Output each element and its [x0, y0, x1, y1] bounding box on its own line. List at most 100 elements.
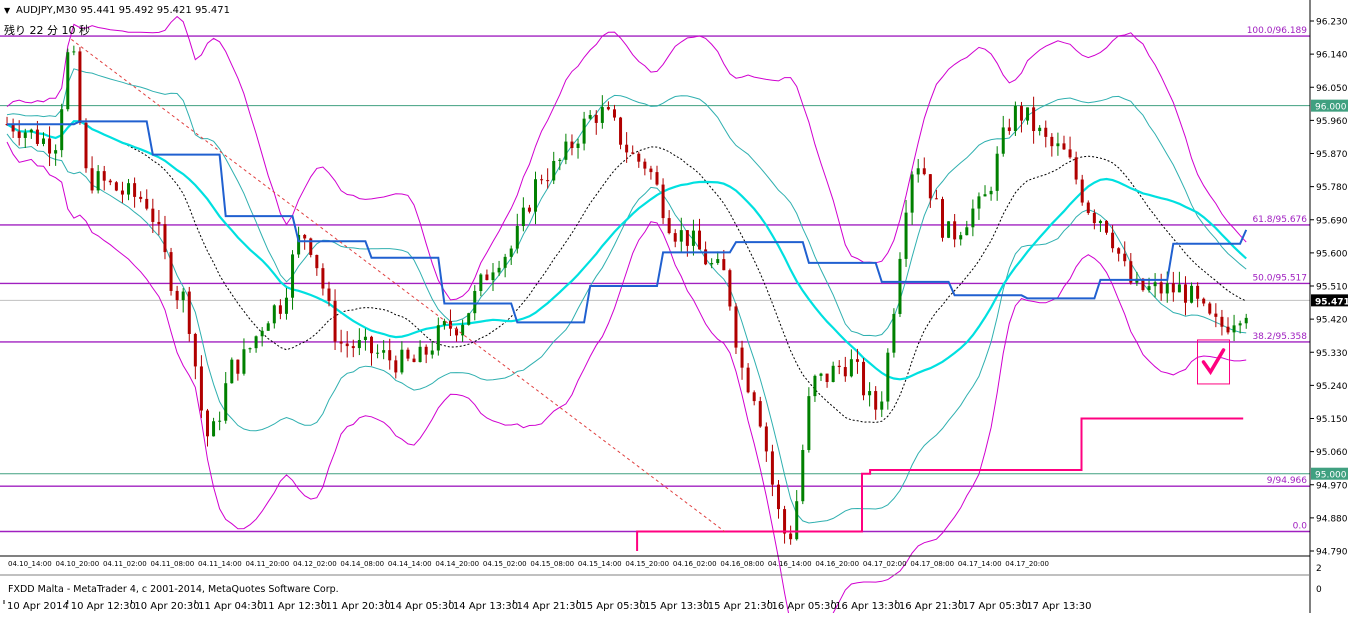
candle-body	[11, 124, 15, 132]
candle-body	[734, 306, 738, 348]
time-tick-label: 04.11_20:00	[245, 560, 289, 568]
candle-body	[965, 227, 969, 236]
candle-body	[151, 208, 155, 222]
price-tick-label: 95.690	[1316, 216, 1348, 226]
chart-window[interactable]: 100.0/96.189 61.8/95.676 50.0/95.517 38.2/9…	[0, 0, 1350, 617]
candle-body	[959, 235, 963, 240]
candle-body	[588, 115, 592, 119]
candle-body	[1056, 143, 1060, 147]
candle-body	[376, 352, 380, 354]
time-tick-label: 04.15_20:00	[625, 560, 669, 568]
candle-body	[825, 373, 829, 383]
price-chart[interactable]: 100.0/96.189 61.8/95.676 50.0/95.517 38.2/9…	[0, 0, 1350, 617]
candle-body	[473, 290, 477, 314]
candle-body	[922, 168, 926, 175]
candle-body	[485, 274, 489, 281]
candle-body	[315, 254, 319, 269]
candle-body	[631, 152, 635, 154]
time-tick-label: 04.11_08:00	[150, 560, 194, 568]
time-tick-label: 04.16_08:00	[720, 560, 764, 568]
candle-body	[212, 421, 216, 437]
candle-body	[230, 359, 234, 384]
candle-body	[977, 196, 981, 209]
candle	[734, 303, 738, 355]
candle-body	[989, 190, 993, 195]
candle-body	[795, 501, 799, 540]
candle-body	[345, 343, 349, 347]
candle-body	[1183, 284, 1187, 303]
candle-body	[752, 392, 756, 402]
candle	[862, 357, 866, 401]
price-tick-label: 95.600	[1316, 249, 1348, 259]
candle-body	[41, 138, 45, 144]
candle	[1086, 200, 1090, 215]
candle-body	[910, 174, 914, 213]
price-tick-label: 94.880	[1316, 514, 1348, 524]
candle-body	[1098, 220, 1102, 224]
candle-body	[114, 182, 118, 191]
candle-body	[904, 212, 908, 259]
candle-body	[558, 159, 562, 161]
candle-body	[971, 208, 975, 228]
date-tick-label: 11 Apr 04:30	[198, 601, 263, 612]
time-tick-label: 04.14_08:00	[340, 560, 384, 568]
candle-body	[327, 288, 331, 301]
candle-body	[1232, 325, 1236, 333]
price-tick-label: 95.960	[1316, 117, 1348, 127]
candle-body	[90, 168, 94, 191]
price-tick-label: 95.060	[1316, 448, 1348, 458]
candle	[892, 308, 896, 358]
candle-body	[673, 233, 677, 242]
fibonacci-level-label: 38.2/95.358	[1252, 332, 1307, 342]
candle-body	[789, 533, 793, 540]
candle-body	[758, 401, 762, 427]
candle-body	[108, 180, 112, 183]
indicator-scale-top: 2	[1316, 564, 1322, 574]
candle-body	[333, 300, 337, 342]
date-tick-label: 16 Apr 21:30	[899, 601, 964, 612]
candle-body	[357, 339, 361, 349]
time-tick-label: 04.11_14:00	[198, 560, 242, 568]
candle-body	[339, 341, 343, 344]
candle	[84, 118, 88, 173]
price-tick-label: 96.230	[1316, 18, 1348, 28]
candle-body	[394, 360, 398, 373]
symbol-line: AUDJPY,M30 95.441 95.492 95.421 95.471	[16, 5, 230, 16]
candle-body	[770, 451, 774, 485]
candle-body	[1080, 179, 1084, 203]
candle-body	[1050, 136, 1054, 147]
candle-body	[661, 184, 665, 219]
time-tick-label: 04.10_14:00	[8, 560, 52, 568]
candle-body	[278, 305, 282, 314]
candle-body	[722, 259, 726, 271]
candle-body	[1007, 127, 1011, 131]
candle-body	[23, 132, 27, 138]
candle	[114, 181, 118, 192]
candle-body	[606, 107, 610, 110]
collapse-triangle-icon[interactable]: ▼	[4, 6, 11, 15]
candle-body	[740, 347, 744, 368]
date-tick-label: 14 Apr 21:30	[517, 601, 582, 612]
candle-body	[1032, 107, 1036, 132]
candle-body	[600, 107, 604, 123]
candle-body	[48, 138, 52, 154]
price-tick-label: 95.330	[1316, 349, 1348, 359]
candle-body	[503, 256, 507, 268]
date-tick-label: 10 Apr 20:30	[134, 601, 199, 612]
date-tick-label: 15 Apr 21:30	[708, 601, 773, 612]
fibonacci-level-label: 61.8/95.676	[1252, 215, 1307, 225]
candle-body	[612, 109, 616, 118]
candle	[1013, 101, 1017, 136]
candle-body	[521, 207, 525, 227]
candle-body	[1196, 285, 1200, 299]
horizontal-line-price-label: 95.000	[1315, 471, 1347, 481]
candle-body	[916, 168, 920, 175]
candle-body	[928, 174, 932, 199]
candle-body	[303, 234, 307, 239]
candle-body	[625, 144, 629, 153]
price-tick-label: 94.970	[1316, 481, 1348, 491]
candle-body	[619, 117, 623, 145]
candle-body	[1177, 284, 1181, 293]
candle-body	[169, 252, 173, 291]
candle-body	[637, 153, 641, 162]
